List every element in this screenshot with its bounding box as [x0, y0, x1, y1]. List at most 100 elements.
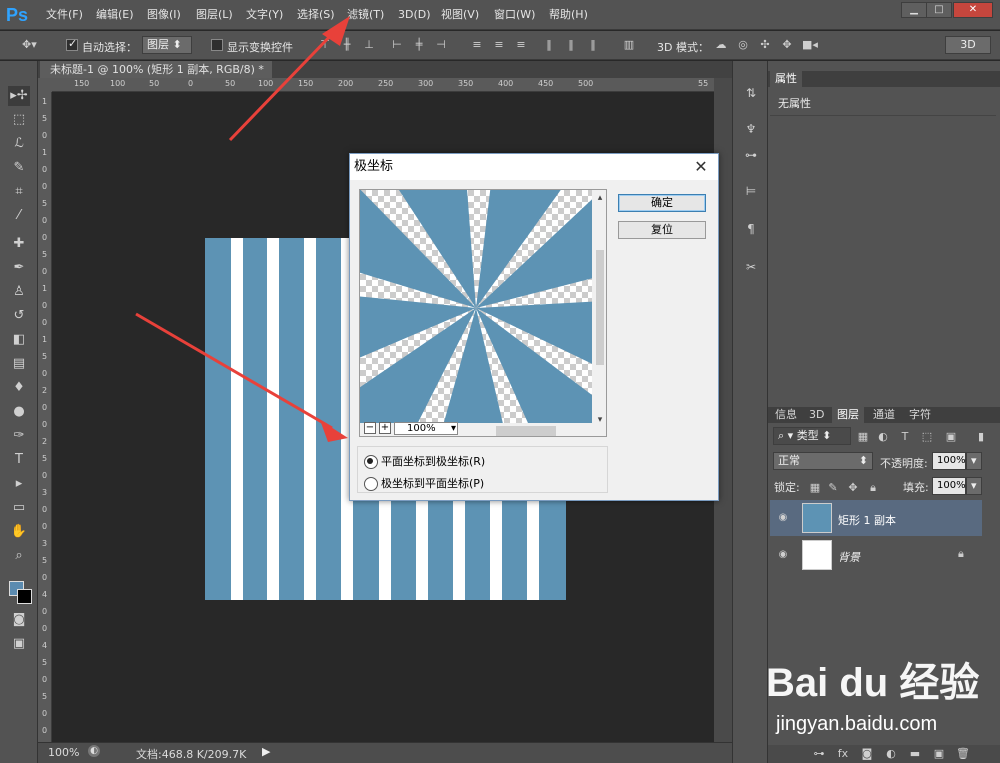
- layer-kind-filter[interactable]: ⌕ ▾ 类型 ⬍: [773, 427, 851, 445]
- blend-mode-select[interactable]: 正常 ⬍: [773, 452, 873, 470]
- menu-image[interactable]: 图像(I): [147, 7, 181, 23]
- filter-pixel-icon[interactable]: ▦: [856, 430, 870, 444]
- close-window-button[interactable]: ✕: [953, 2, 993, 18]
- zoom-in-button[interactable]: +: [379, 422, 391, 434]
- align-right-icon[interactable]: ⊣: [434, 38, 448, 52]
- quick-mask-icon[interactable]: ◙: [8, 610, 30, 630]
- screen-mode-icon[interactable]: ▣: [8, 634, 30, 654]
- clone-stamp-icon[interactable]: ♙: [8, 282, 30, 302]
- brush-tool-icon[interactable]: ✒: [8, 258, 30, 278]
- paragraph-icon[interactable]: ¶: [742, 220, 760, 238]
- new-group-icon[interactable]: ▬: [908, 747, 922, 761]
- distribute-vcenter-icon[interactable]: ≡: [492, 38, 506, 52]
- menu-select[interactable]: 选择(S): [297, 7, 335, 23]
- gradient-icon[interactable]: ▤: [8, 354, 30, 374]
- path-select-icon[interactable]: ▸: [8, 474, 30, 494]
- marquee-tool-icon[interactable]: ⬚: [8, 110, 30, 130]
- visibility-eye-icon[interactable]: ◉: [776, 548, 790, 562]
- distribute-left-icon[interactable]: ‖: [542, 38, 556, 52]
- filter-toggle-icon[interactable]: ▮: [974, 430, 988, 444]
- align-top-icon[interactable]: ⊤: [318, 38, 332, 52]
- distribute-top-icon[interactable]: ≡: [470, 38, 484, 52]
- menu-file[interactable]: 文件(F): [46, 7, 83, 23]
- lock-all-icon[interactable]: 🔒︎: [866, 481, 880, 495]
- move-tool-preset-icon[interactable]: ✥▾: [22, 38, 37, 52]
- fx-icon[interactable]: fx: [836, 747, 850, 761]
- zoom-tool-icon[interactable]: ⌕: [8, 546, 30, 566]
- tab-properties[interactable]: 属性: [770, 71, 802, 87]
- menu-edit[interactable]: 编辑(E): [96, 7, 134, 23]
- minimize-button[interactable]: ▁: [901, 2, 927, 18]
- option-polar-to-rect[interactable]: 极坐标到平面坐标(P): [364, 475, 484, 491]
- filter-adjust-icon[interactable]: ◐: [876, 430, 890, 444]
- lock-paint-icon[interactable]: ✎: [826, 481, 840, 495]
- actions-panel-icon[interactable]: ♆: [742, 120, 760, 138]
- fill-dropdown[interactable]: ▾: [966, 477, 982, 495]
- menu-help[interactable]: 帮助(H): [549, 7, 588, 23]
- auto-align-icon[interactable]: ▥: [622, 38, 636, 52]
- menu-window[interactable]: 窗口(W): [494, 7, 535, 23]
- distribute-bottom-icon[interactable]: ≡: [514, 38, 528, 52]
- trash-icon[interactable]: 🗑︎: [956, 747, 970, 761]
- radio-rect-to-polar[interactable]: [364, 455, 378, 469]
- tab-layers[interactable]: 图层: [832, 407, 864, 423]
- history-panel-icon[interactable]: ⇅: [742, 84, 760, 102]
- roll-3d-icon[interactable]: ◎: [736, 38, 750, 52]
- eyedropper-icon[interactable]: ⁄: [8, 206, 30, 226]
- new-layer-icon[interactable]: ▣: [932, 747, 946, 761]
- fill-input[interactable]: 100%: [932, 477, 966, 495]
- crop-tool-icon[interactable]: ⌗: [8, 182, 30, 202]
- layer-name[interactable]: 背景: [838, 549, 860, 565]
- option-rect-to-polar[interactable]: 平面坐标到极坐标(R): [364, 453, 485, 469]
- preview-zoom-select[interactable]: 100% ▾: [394, 422, 458, 435]
- hand-tool-icon[interactable]: ✋: [8, 522, 30, 542]
- filter-shape-icon[interactable]: ⬚: [920, 430, 934, 444]
- orbit-3d-icon[interactable]: ☁: [714, 38, 728, 52]
- move-tool-icon[interactable]: ▸✢: [8, 86, 30, 106]
- tab-3d[interactable]: 3D: [804, 407, 829, 423]
- clone-source-icon[interactable]: ⊨: [742, 182, 760, 200]
- dodge-icon[interactable]: ●: [8, 402, 30, 422]
- workspace-3d-button[interactable]: 3D: [945, 36, 991, 54]
- pan-3d-icon[interactable]: ✣: [758, 38, 772, 52]
- maximize-button[interactable]: □: [926, 2, 952, 18]
- lock-move-icon[interactable]: ✥: [846, 481, 860, 495]
- document-tab[interactable]: 未标题-1 @ 100% (矩形 1 副本, RGB/8) * ×: [40, 61, 272, 93]
- shape-tool-icon[interactable]: ▭: [8, 498, 30, 518]
- lasso-tool-icon[interactable]: ℒ: [8, 134, 30, 154]
- menu-type[interactable]: 文字(Y): [246, 7, 283, 23]
- scale-3d-icon[interactable]: ■◂: [802, 38, 818, 52]
- menu-layer[interactable]: 图层(L): [196, 7, 233, 23]
- blur-icon[interactable]: ♦: [8, 378, 30, 398]
- pen-tool-icon[interactable]: ✑: [8, 426, 30, 446]
- add-mask-icon[interactable]: ◙: [860, 747, 874, 761]
- auto-select-checkbox[interactable]: [66, 37, 78, 51]
- quick-select-icon[interactable]: ✎: [8, 158, 30, 178]
- eraser-icon[interactable]: ◧: [8, 330, 30, 350]
- tab-character[interactable]: 字符: [904, 407, 936, 423]
- opacity-dropdown[interactable]: ▾: [966, 452, 982, 470]
- zoom-out-button[interactable]: −: [364, 422, 376, 434]
- dialog-close-icon[interactable]: ✕: [692, 158, 710, 176]
- align-hcenter-icon[interactable]: ╪: [412, 38, 426, 52]
- tab-info[interactable]: 信息: [770, 407, 802, 423]
- menu-view[interactable]: 视图(V): [441, 7, 479, 23]
- align-vcenter-icon[interactable]: ╫: [340, 38, 354, 52]
- visibility-eye-icon[interactable]: ◉: [776, 511, 790, 525]
- healing-brush-icon[interactable]: ✚: [8, 234, 30, 254]
- menu-3d[interactable]: 3D(D): [398, 7, 431, 23]
- filter-type-icon[interactable]: T: [898, 430, 912, 444]
- opacity-input[interactable]: 100%: [932, 452, 966, 470]
- filter-smart-icon[interactable]: ▣: [944, 430, 958, 444]
- link-layers-icon[interactable]: ⊶: [812, 747, 826, 761]
- tools-preset-icon[interactable]: ✂: [742, 258, 760, 276]
- layer-row[interactable]: 背景 🔒︎: [770, 537, 982, 573]
- lock-transparent-icon[interactable]: ▦: [808, 481, 822, 495]
- layer-row[interactable]: 矩形 1 副本: [770, 500, 982, 536]
- align-left-icon[interactable]: ⊢: [390, 38, 404, 52]
- tab-channels[interactable]: 通道: [868, 407, 900, 423]
- zoom-level[interactable]: 100%: [48, 746, 79, 759]
- ok-button[interactable]: 确定: [618, 194, 706, 212]
- filter-preview[interactable]: ▴ ▾: [359, 189, 607, 437]
- align-bottom-icon[interactable]: ⊥: [362, 38, 376, 52]
